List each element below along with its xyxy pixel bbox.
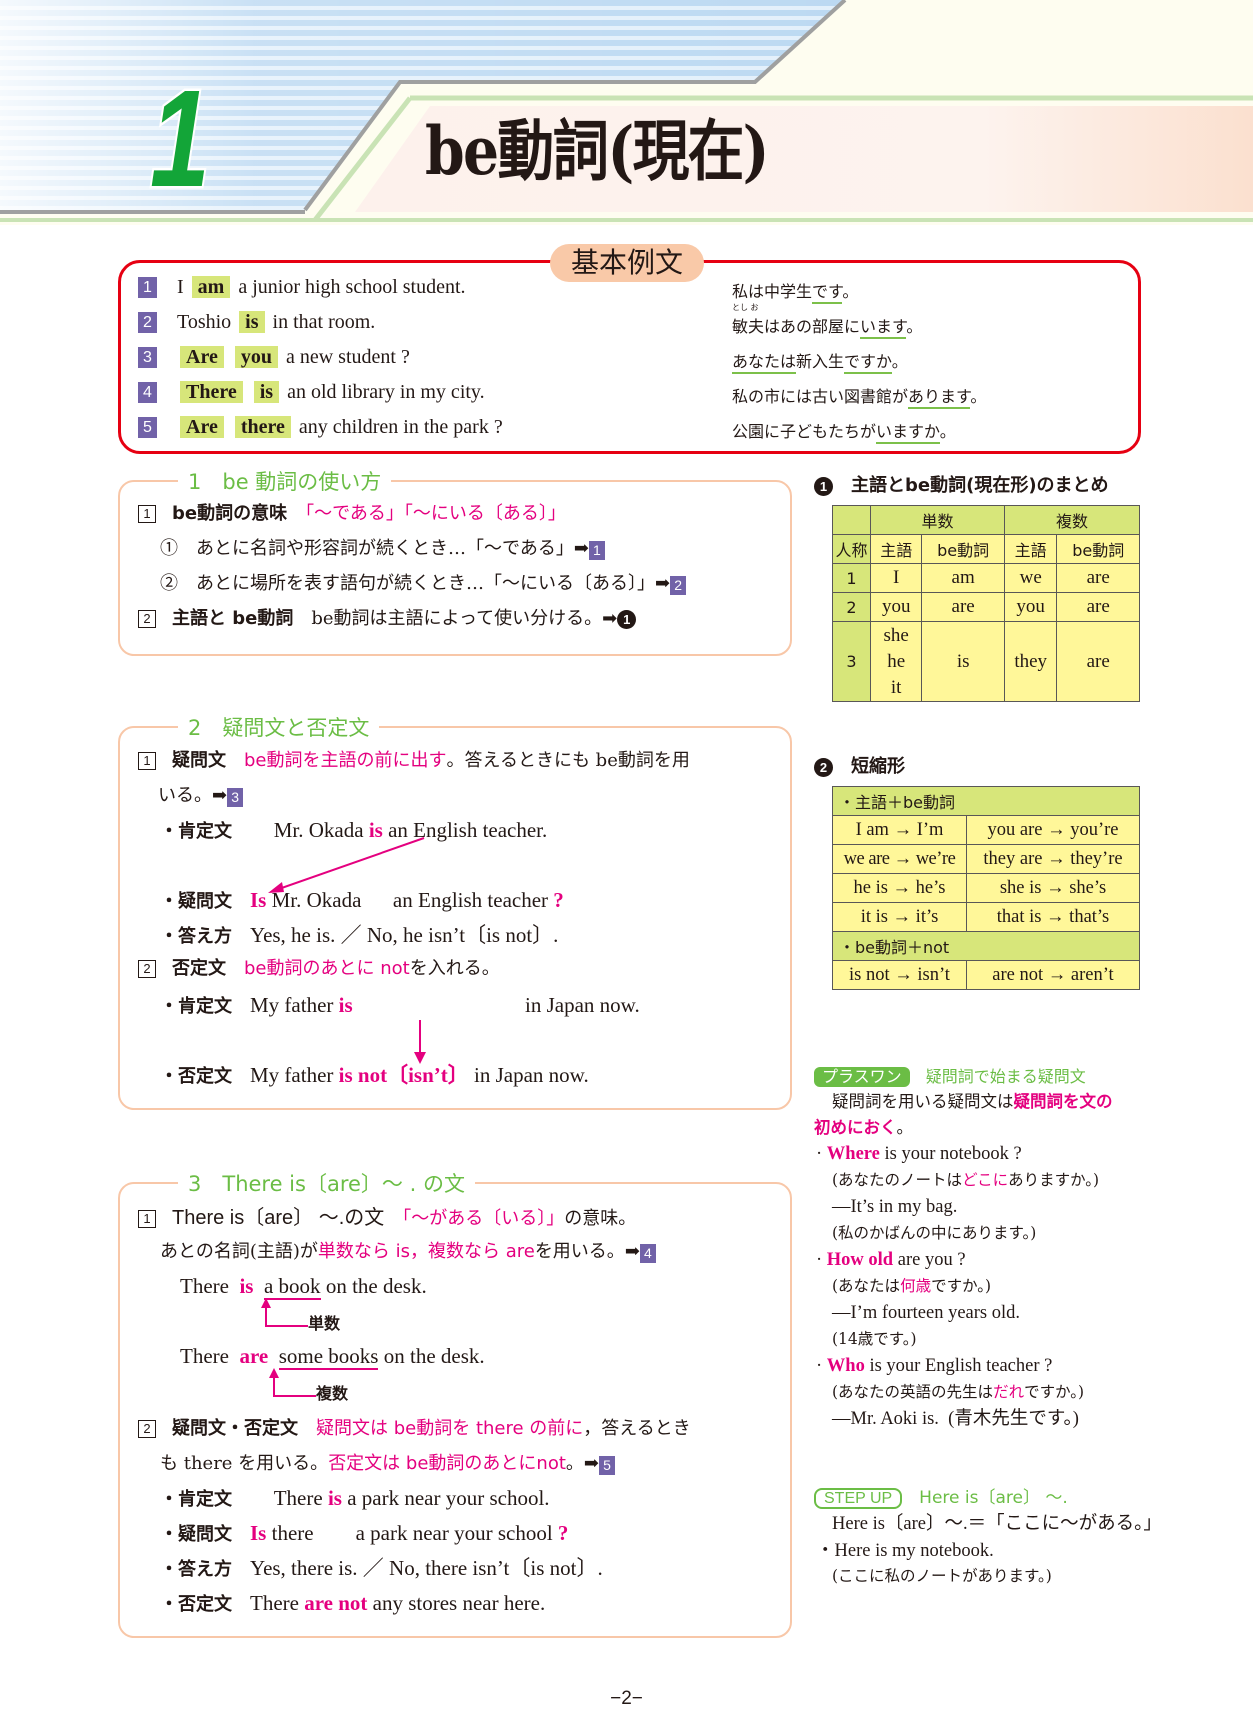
section-3-negative: ・否定文 There are not any stores near here.	[160, 1591, 546, 1615]
step-up-line-1: Here is〔are〕〜.＝「ここに〜がある。」	[832, 1514, 1162, 1534]
section-1-item-2: 2 主語と be動詞 be動詞は主語によって使い分ける。➡ 1	[138, 610, 637, 629]
example-row-1: 1 I am a junior high school student.	[138, 273, 466, 301]
singular-note: 単数	[308, 1314, 341, 1333]
summary-table-title: 1 主語とbe動詞(現在形)のまとめ	[814, 471, 1109, 497]
example-row-3: 3 Are you a new student ?	[138, 343, 410, 371]
section-2-affirmative-2: ・肯定文 My father is	[160, 993, 353, 1017]
plus-one-intro-1: 疑問詞を用いる疑問文は疑問詞を文の	[832, 1092, 1113, 1111]
example-translation-3: あなたは新入生ですか。	[732, 348, 908, 374]
header-subject: 主語	[869, 534, 923, 564]
example-number: 1	[138, 276, 157, 298]
section-3-line-2: あとの名詞(主語)が単数なら is，複数なら areを用いる。➡ 4	[160, 1243, 656, 1263]
plus-one-a3: —Mr. Aoki is. (青木先生です。)	[832, 1409, 1079, 1429]
plus-one-a1: —It’s in my bag.	[832, 1197, 958, 1217]
section-3-item-2: 2 疑問文・否定文 疑問文は be動詞を there の前に，答えるとき	[138, 1420, 691, 1438]
header-subject: 主語	[1003, 534, 1058, 564]
step-up-tag: STEP UP	[814, 1488, 903, 1509]
chapter-title: be動詞(現在)	[425, 112, 770, 190]
plus-one-q3: · Who is your English teacher ?	[816, 1356, 1053, 1376]
example-row-2: 2 Toshio is in that room.	[138, 308, 375, 336]
table-row: he is → he’s she is → she’s	[832, 873, 1140, 903]
example-translation-4: 私の市には古い図書館があります。	[732, 383, 986, 409]
example-sentence: There is an old library in my city.	[177, 380, 485, 404]
section-1-sub-2: ② あとに場所を表す語句が続くとき…「〜にいる〔ある〕」➡ 2	[160, 575, 687, 595]
section-2-answer: ・答え方 Yes, he is. ／ No, he isn’t〔is not〕.	[160, 923, 559, 947]
section-3-item-1: 1 There is〔are〕 〜.の文 「〜がある〔いる〕」の意味。	[138, 1208, 636, 1228]
table-row: it is → it’s that is → that’s	[832, 902, 1140, 932]
plus-one-a1-ja: (私のかばんの中にあります。)	[832, 1224, 1037, 1242]
header-singular: 単数	[870, 505, 1005, 535]
header-person: 人称	[832, 534, 871, 564]
section-2-box	[118, 726, 792, 1110]
section-2-title: 2 疑問文と否定文	[178, 712, 380, 742]
section-3-line-4: も there を用いる。否定文は be動詞のあとにnot。➡ 5	[160, 1455, 615, 1475]
example-sentence: Are you a new student ?	[177, 345, 410, 369]
chapter-header: 1 be動詞(現在)	[0, 0, 1253, 225]
basic-examples-label: 基本例文	[550, 244, 704, 282]
plus-one-a2-ja: (14歳です。)	[832, 1330, 917, 1348]
header-be: be動詞	[921, 534, 1005, 564]
chapter-number: 1	[148, 62, 212, 216]
contraction-table-title: 2 短縮形	[814, 752, 905, 778]
plural-note: 複数	[316, 1384, 349, 1403]
plus-one-heading: プラスワン 疑問詞で始まる疑問文	[814, 1067, 1086, 1087]
example-number: 2	[138, 311, 157, 333]
page-number: −2−	[610, 1688, 643, 1709]
section-2-item-1-cont: いる。➡ 3	[158, 787, 244, 807]
example-sentence: Are there any children in the park ?	[177, 415, 503, 439]
plus-one-q1-ja: (あなたのノートはどこにありますか。)	[832, 1171, 1100, 1189]
step-up-heading: STEP UP Here is〔are〕 〜.	[814, 1488, 1068, 1509]
section-2-item-2: 2 否定文 be動詞のあとに notを入れる。	[138, 960, 500, 978]
group-subject-be: ・主語＋be動詞	[832, 786, 1140, 816]
table-row: 1 I am we are	[832, 563, 1140, 593]
section-2-affirmative-2-tail: in Japan now.	[525, 993, 640, 1017]
down-arrow	[414, 1020, 426, 1064]
furigana: とし お	[732, 303, 759, 312]
plus-one-q2: · How old are you ?	[816, 1250, 966, 1270]
section-1-title: 1 be 動詞の使い方	[178, 466, 392, 496]
table-row: 2 you are you are	[832, 592, 1140, 622]
example-sentence: I am a junior high school student.	[177, 275, 466, 298]
table-row: I am → I’m you are → you’re	[832, 815, 1140, 845]
table-row: we are → we’re they are → they’re	[832, 844, 1140, 874]
plus-one-a2: —I’m fourteen years old.	[832, 1303, 1021, 1323]
section-2-negative: ・否定文 My father is not〔isn’t〕 in Japan no…	[160, 1063, 589, 1087]
plus-one-tag: プラスワン	[814, 1067, 910, 1087]
example-translation-1: 私は中学生です。	[732, 278, 858, 304]
example-translation-5: 公園に子どもたちがいますか。	[732, 418, 956, 444]
plus-one-intro-2: 初めにおく。	[814, 1118, 913, 1137]
section-1-item-1: 1 be動詞の意味 「〜である」「〜にいる〔ある〕」	[138, 505, 566, 523]
plus-one-q1: · Where is your notebook ?	[816, 1144, 1022, 1164]
section-3-title: 3 There is〔are〕〜 . の文	[178, 1168, 475, 1198]
section-2-question: ・疑問文 Is Mr. Okada an English teacher ?	[160, 888, 564, 912]
example-row-5: 5 Are there any children in the park ?	[138, 413, 503, 441]
section-3-example-2: There are some books on the desk.	[180, 1344, 485, 1370]
section-2-item-1: 1 疑問文 be動詞を主語の前に出す。答えるときにも be動詞を用	[138, 752, 690, 770]
section-3-question: ・疑問文 Is there a park near your school ?	[160, 1521, 569, 1545]
example-translation-2: 敏夫はあの部屋にいます。	[732, 313, 922, 339]
summary-table: 単数 複数 人称 主語 be動詞 主語 be動詞 1 I am we are 2…	[832, 505, 1141, 702]
section-1-sub-1: ① あとに名詞や形容詞が続くとき…「〜である」➡ 1	[160, 540, 605, 560]
section-3-affirmative: ・肯定文 There is a park near your school.	[160, 1486, 550, 1510]
section-3-example-1: There is a book on the desk.	[180, 1274, 427, 1300]
example-number: 5	[138, 416, 157, 438]
example-row-4: 4 There is an old library in my city.	[138, 378, 485, 406]
plus-one-q3-ja: (あなたの英語の先生はだれですか。)	[832, 1383, 1085, 1401]
group-be-not: ・be動詞＋not	[832, 931, 1140, 961]
step-up-line-2: ・Here is my notebook.	[816, 1541, 994, 1561]
table-row: 3 she he it is they are	[832, 621, 1140, 702]
header-plural: 複数	[1003, 505, 1141, 535]
example-number: 4	[138, 381, 157, 403]
section-3-answer: ・答え方 Yes, there is. ／ No, there isn’t〔is…	[160, 1556, 603, 1580]
table-row: is not → isn’t are not → aren’t	[832, 960, 1140, 990]
header-be: be動詞	[1056, 534, 1140, 564]
example-sentence: Toshio is in that room.	[177, 310, 376, 333]
step-up-line-3: (ここに私のノートがあります。)	[832, 1567, 1052, 1585]
contraction-table: ・主語＋be動詞 I am → I’m you are → you’re we a…	[832, 786, 1140, 990]
plus-one-q2-ja: (あなたは何歳ですか。)	[832, 1277, 992, 1295]
example-number: 3	[138, 346, 157, 368]
